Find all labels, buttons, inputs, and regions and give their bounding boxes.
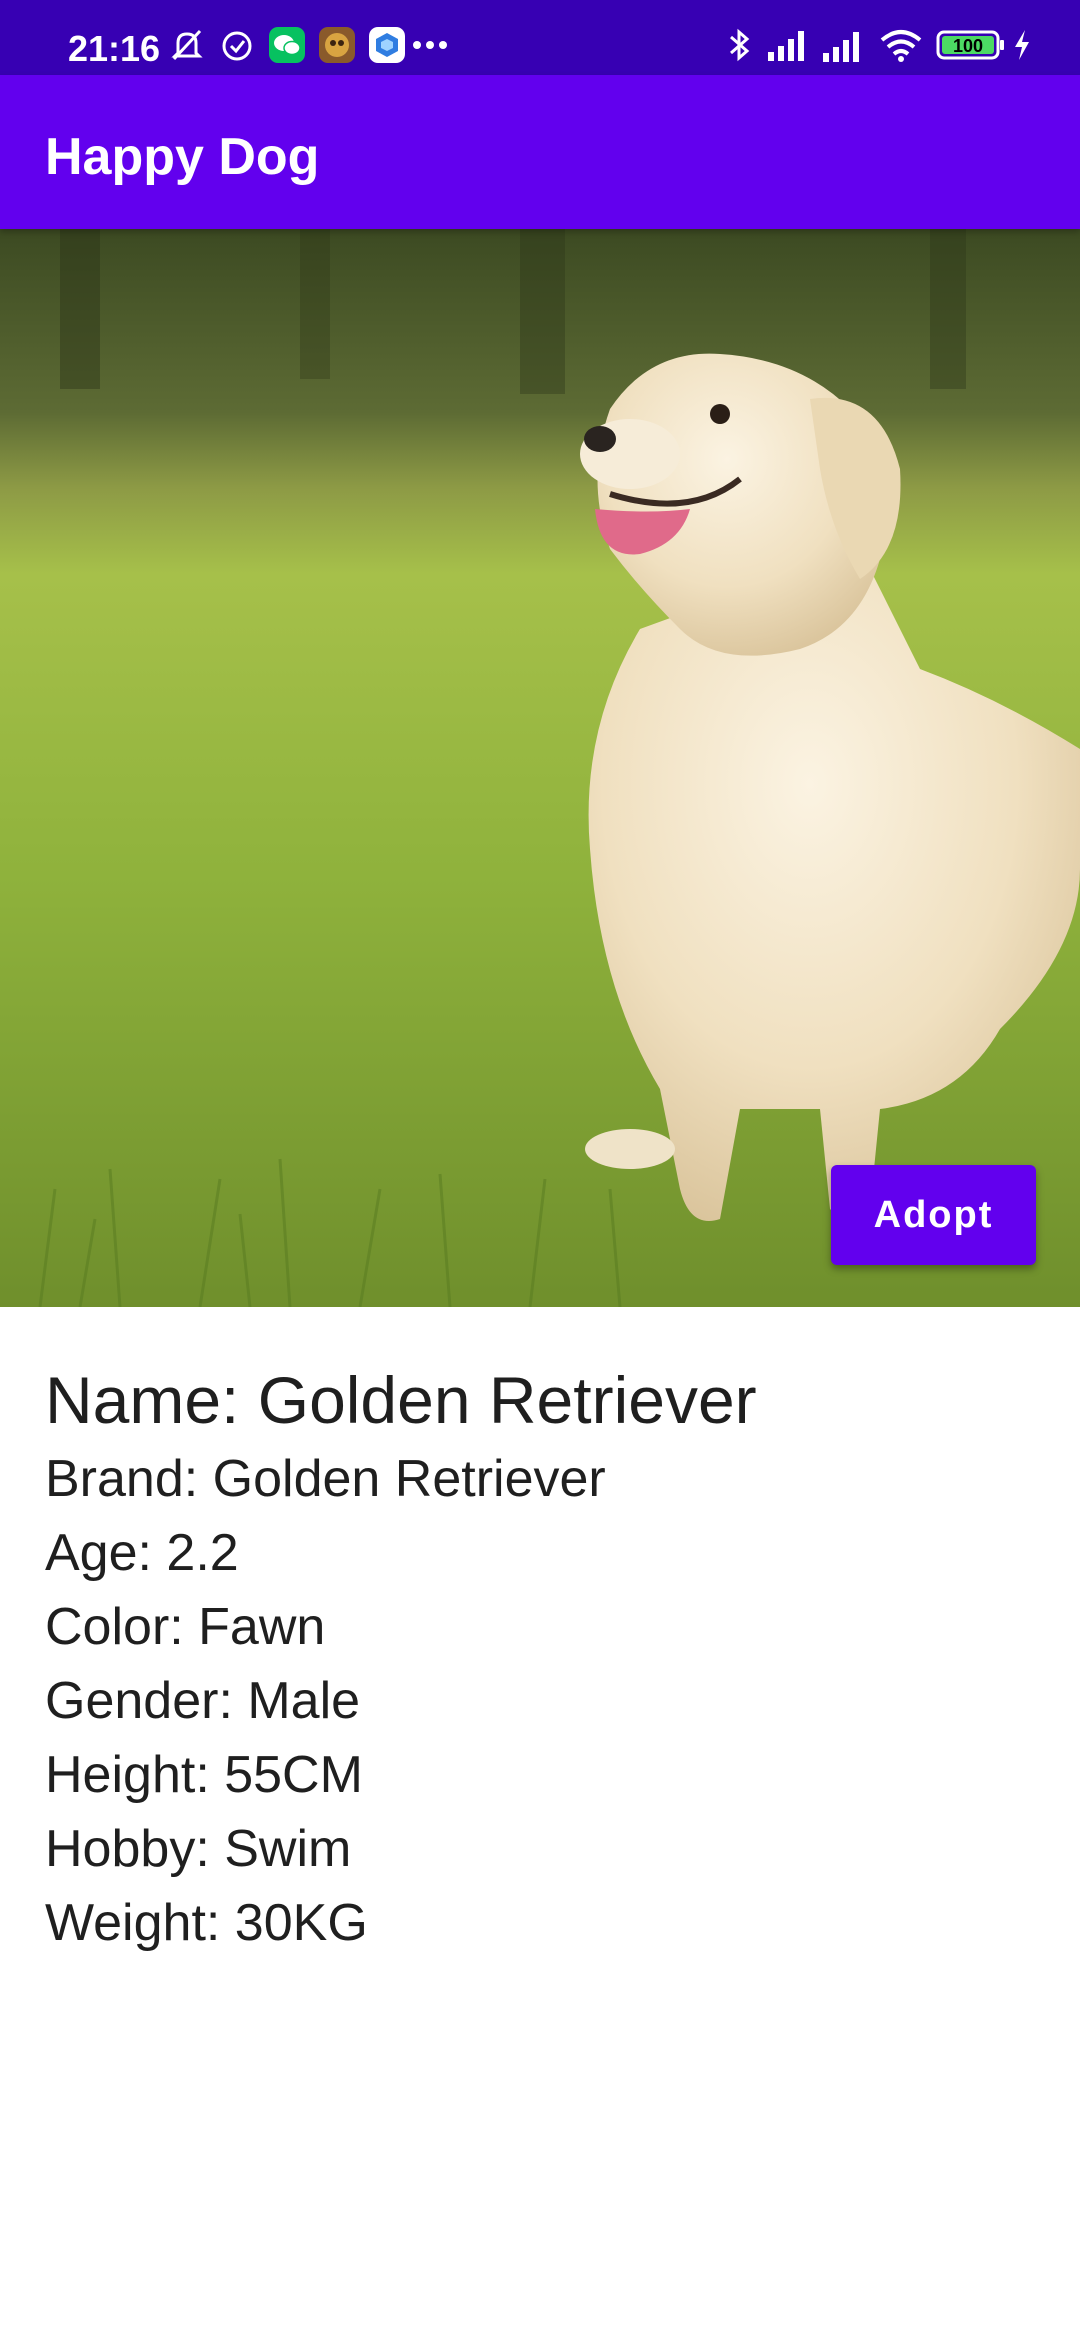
charging-icon xyxy=(1010,27,1034,63)
dog-brand: Brand: Golden Retriever xyxy=(45,1450,606,1508)
dog-gender: Gender: Male xyxy=(45,1672,361,1730)
dog-name: Name: Golden Retriever xyxy=(45,1363,757,1437)
status-time: 21:16 xyxy=(68,28,161,69)
app-title: Happy Dog xyxy=(45,128,320,186)
status-bar: 21:16 100 xyxy=(0,0,1080,75)
wifi-icon xyxy=(878,27,924,63)
battery-level: 100 xyxy=(953,36,983,56)
signal-icon xyxy=(765,27,811,63)
battery-icon: 100 xyxy=(936,27,1006,63)
mute-icon xyxy=(167,27,207,63)
wechat-icon xyxy=(269,27,305,63)
dog-hobby: Hobby: Swim xyxy=(45,1820,352,1878)
app-icon xyxy=(319,27,355,63)
dog-height: Height: 55CM xyxy=(45,1746,363,1804)
alarm-icon xyxy=(218,27,256,63)
app-bar: Happy Dog xyxy=(0,75,1080,229)
dog-details: Name: Golden Retriever Brand: Golden Ret… xyxy=(45,1358,1045,1960)
dog-photo xyxy=(0,229,1080,1307)
dog-color: Color: Fawn xyxy=(45,1598,326,1656)
signal-hd-icon xyxy=(820,27,866,63)
more-dots-icon xyxy=(410,27,450,63)
dog-age: Age: 2.2 xyxy=(45,1524,239,1582)
app-icon xyxy=(369,27,405,63)
adopt-button[interactable]: Adopt xyxy=(831,1165,1036,1265)
bluetooth-icon xyxy=(724,27,754,63)
dog-weight: Weight: 30KG xyxy=(45,1894,368,1952)
